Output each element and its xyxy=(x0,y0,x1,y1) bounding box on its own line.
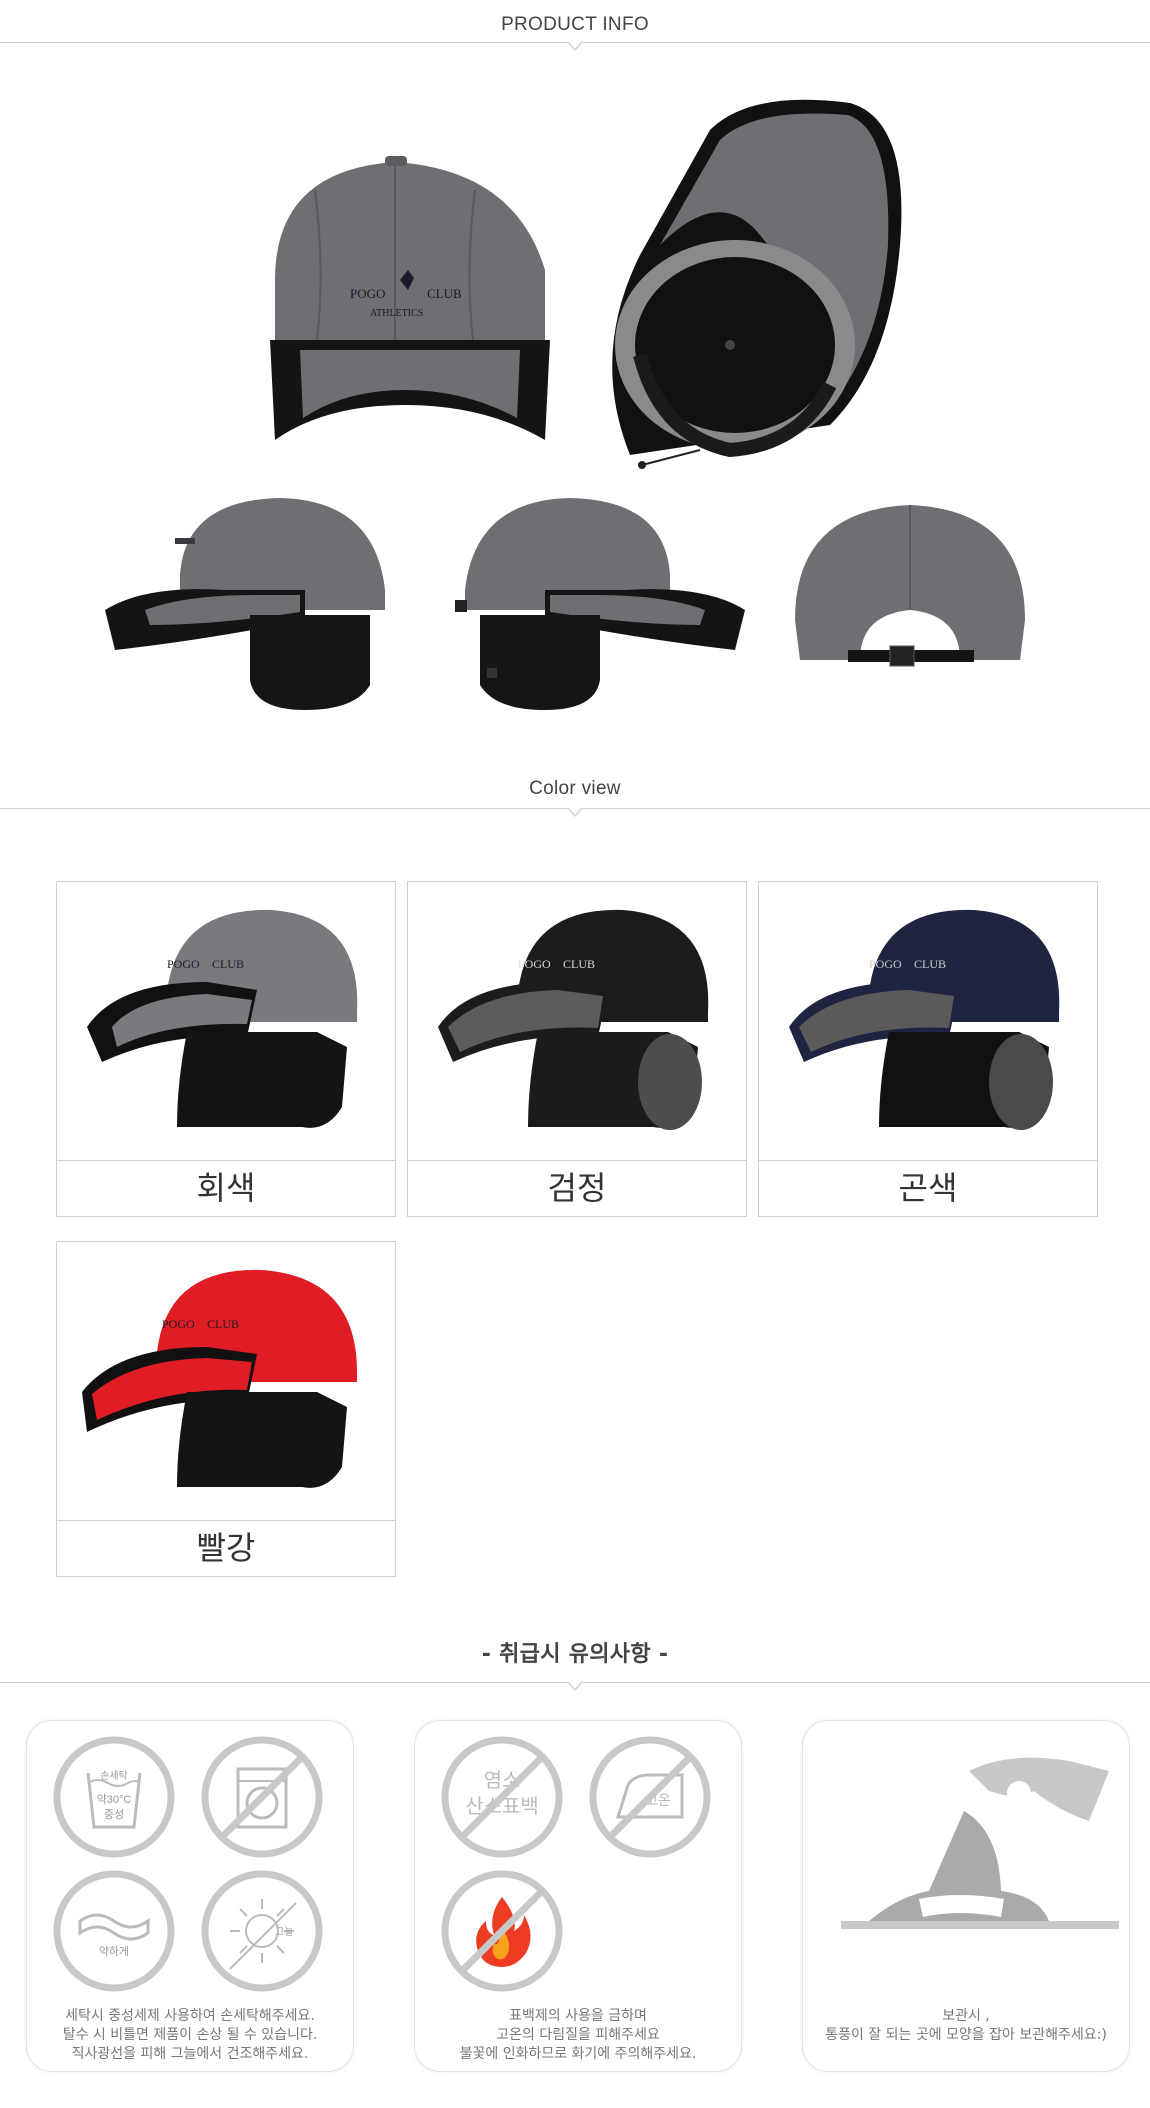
color-option-gray[interactable]: POGO CLUB xyxy=(56,881,396,1161)
caution-header: - 취급시 유의사항 - xyxy=(0,1636,1150,1691)
care-text-line: 불꽃에 인화하므로 화기에 주의해주세요. xyxy=(459,2046,697,2062)
section-title: PRODUCT INFO xyxy=(501,14,649,35)
svg-text:CLUB: CLUB xyxy=(207,1317,239,1331)
svg-text:약30°C: 약30°C xyxy=(97,1792,132,1806)
gentle-wring-icon: 약하게 xyxy=(53,1870,175,1992)
care-card-washing: 손세탁 약30°C 중성 약하게 그늘 세탁시 중성세제 사용하여 손세탁해주세… xyxy=(26,1720,354,2072)
section-title: - 취급시 유의사항 - xyxy=(481,1642,669,1667)
hat-side-left-view xyxy=(105,498,385,710)
no-fire-icon xyxy=(441,1870,563,1992)
svg-text:손세탁: 손세탁 xyxy=(100,1770,128,1782)
color-label-gray: 회색 xyxy=(56,1160,396,1217)
svg-text:POGO: POGO xyxy=(518,957,551,971)
shade-dry-icon: 그늘 xyxy=(201,1870,323,1992)
svg-text:POGO: POGO xyxy=(162,1317,195,1331)
color-label-black: 검정 xyxy=(407,1160,747,1217)
hat-red-image: POGO CLUB xyxy=(82,1269,357,1488)
care-text-line: 표백제의 사용을 금하며 xyxy=(509,2008,647,2024)
care-text-line: 보관시 , xyxy=(942,2008,990,2024)
care-text-line: 세탁시 중성세제 사용하여 손세탁해주세요. xyxy=(65,2008,315,2024)
section-title: Color view xyxy=(529,778,621,799)
no-machine-wash-icon xyxy=(201,1736,323,1858)
svg-text:POGO: POGO xyxy=(869,957,902,971)
care-text-line: 통풍이 잘 되는 곳에 모양을 잡아 보관해주세요:) xyxy=(825,2027,1107,2043)
svg-text:그늘: 그늘 xyxy=(275,1926,293,1938)
no-high-heat-iron-icon: 고온 xyxy=(589,1736,711,1858)
hat-storage-icon xyxy=(841,1757,1119,1929)
care-text-line: 탈수 시 비틀면 제품이 손상 될 수 있습니다. xyxy=(62,2027,318,2043)
svg-text:ATHLETICS: ATHLETICS xyxy=(370,308,423,319)
care-text-line: 고온의 다림질을 피해주세요 xyxy=(496,2027,660,2043)
hand-wash-icon: 손세탁 약30°C 중성 xyxy=(53,1736,175,1858)
color-label-navy: 곤색 xyxy=(758,1160,1098,1217)
product-info-header: PRODUCT INFO xyxy=(0,14,1150,51)
svg-text:CLUB: CLUB xyxy=(914,957,946,971)
svg-text:CLUB: CLUB xyxy=(427,286,462,301)
svg-text:중성: 중성 xyxy=(104,1808,124,1821)
hat-front-view: POGO CLUB ATHLETICS xyxy=(270,156,550,440)
svg-text:CLUB: CLUB xyxy=(212,957,244,971)
svg-text:약하게: 약하게 xyxy=(99,1944,129,1958)
color-view-header: Color view xyxy=(0,778,1150,817)
color-label-red: 빨강 xyxy=(56,1520,396,1577)
care-card-bleach-iron: 염소 산소표백 고온 표백제의 사용을 금하며 고온의 다림질을 피해주세요 불… xyxy=(414,1720,742,2072)
hat-black-image: POGO CLUB xyxy=(438,909,709,1130)
no-bleach-icon: 염소 산소표백 xyxy=(441,1736,563,1858)
logo-text: POGO xyxy=(350,286,385,301)
care-card-storage: 보관시 , 통풍이 잘 되는 곳에 모양을 잡아 보관해주세요:) xyxy=(802,1720,1130,2072)
color-option-red[interactable]: POGO CLUB xyxy=(56,1241,396,1521)
color-option-black[interactable]: POGO CLUB xyxy=(407,881,747,1161)
hat-back-view xyxy=(795,505,1025,667)
color-option-navy[interactable]: POGO CLUB xyxy=(758,881,1098,1161)
svg-text:POGO: POGO xyxy=(167,957,200,971)
care-text-line: 직사광선을 피해 그늘에서 건조해주세요. xyxy=(71,2046,309,2062)
hat-gray-image: POGO CLUB xyxy=(87,909,358,1128)
hat-underside-view xyxy=(612,99,902,469)
hat-navy-image: POGO CLUB xyxy=(789,909,1060,1130)
hat-side-right-view xyxy=(455,498,745,710)
svg-text:CLUB: CLUB xyxy=(563,957,595,971)
